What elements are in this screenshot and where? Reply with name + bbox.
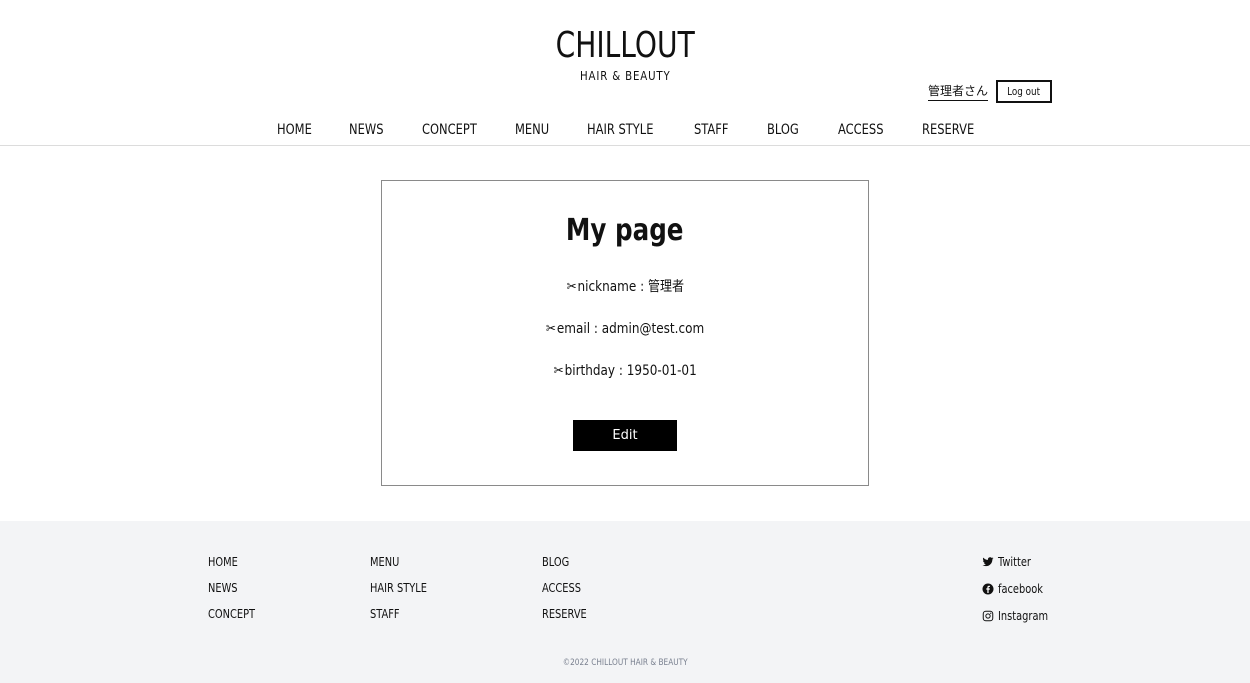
nav-item-news[interactable]: NEWS [349, 120, 383, 140]
birthday-value: 1950-01-01 [626, 363, 697, 379]
footer-link-access[interactable]: ACCESS [542, 580, 581, 596]
current-user-name: 管理者さん [928, 83, 989, 101]
logo-title: CHILLOUT [555, 25, 695, 66]
footer-link-news[interactable]: NEWS [208, 580, 238, 596]
facebook-icon [982, 583, 994, 595]
logout-button[interactable]: Log out [996, 80, 1052, 103]
birthday-label: birthday [564, 363, 615, 379]
twitter-link[interactable]: Twitter [982, 554, 1038, 570]
footer-link-staff[interactable]: STAFF [370, 606, 400, 622]
scissors-icon: ✂ [566, 279, 577, 295]
nav-item-hair-style[interactable]: HAIR STYLE [587, 120, 653, 140]
facebook-link[interactable]: facebook [982, 581, 1053, 597]
nav-item-access[interactable]: ACCESS [838, 120, 884, 140]
email-label: email [556, 321, 590, 337]
footer-link-blog[interactable]: BLOG [542, 554, 569, 570]
nickname-separator: : [635, 279, 648, 295]
page-title: My page [566, 213, 684, 248]
nickname-label: nickname [577, 279, 636, 295]
scissors-icon: ✂ [545, 321, 556, 337]
footer-link-menu[interactable]: MENU [370, 554, 399, 570]
mypage-card: My page ✂nickname : 管理者 ✂email : admin@t… [381, 180, 869, 486]
birthday-separator: : [614, 363, 627, 379]
email-row: ✂email : admin@test.com [382, 319, 868, 339]
nav-item-home[interactable]: HOME [277, 120, 312, 140]
site-footer: HOME NEWS CONCEPT MENU HAIR STYLE STAFF … [0, 521, 1250, 683]
footer-link-hair-style[interactable]: HAIR STYLE [370, 580, 427, 596]
nav-item-concept[interactable]: CONCEPT [422, 120, 477, 140]
copyright-text: ©2022 CHILLOUT HAIR & BEAUTY [562, 658, 688, 668]
scissors-icon: ✂ [553, 363, 564, 379]
birthday-row: ✂birthday : 1950-01-01 [382, 361, 868, 381]
footer-link-concept[interactable]: CONCEPT [208, 606, 255, 622]
instagram-link[interactable]: Instagram [982, 608, 1059, 624]
nickname-row: ✂nickname : 管理者 [382, 277, 868, 297]
email-separator: : [589, 321, 602, 337]
footer-link-reserve[interactable]: RESERVE [542, 606, 587, 622]
nav-item-reserve[interactable]: RESERVE [922, 120, 974, 140]
logo-subtitle: HAIR & BEAUTY [579, 69, 671, 83]
nav-item-staff[interactable]: STAFF [694, 120, 728, 140]
nickname-value: 管理者 [647, 279, 684, 295]
nav-item-menu[interactable]: MENU [515, 120, 549, 140]
edit-button[interactable]: Edit [573, 420, 677, 451]
email-value: admin@test.com [601, 321, 705, 337]
global-nav: HOME NEWS CONCEPT MENU HAIR STYLE STAFF … [0, 120, 1250, 142]
header-divider [0, 145, 1250, 146]
nav-item-blog[interactable]: BLOG [767, 120, 799, 140]
instagram-icon [982, 610, 994, 622]
footer-link-home[interactable]: HOME [208, 554, 238, 570]
twitter-icon [982, 557, 994, 567]
